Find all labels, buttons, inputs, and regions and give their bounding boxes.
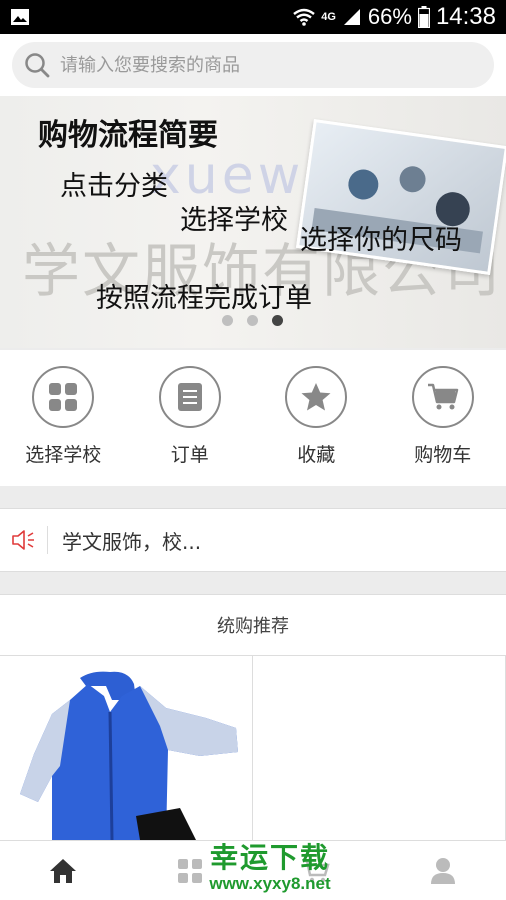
- product-card[interactable]: [0, 656, 253, 840]
- star-icon: [285, 366, 348, 428]
- search-box[interactable]: [12, 42, 494, 88]
- clock: 14:38: [435, 3, 496, 30]
- carousel-dot-active[interactable]: [272, 315, 283, 326]
- tab-home[interactable]: [0, 841, 127, 900]
- nav-label: 购物车: [414, 444, 472, 466]
- banner-step-2: 选择学校: [180, 205, 288, 236]
- grid-icon: [32, 366, 95, 428]
- nav-label: 选择学校: [25, 444, 102, 466]
- quick-nav: 选择学校 订单 收藏 购物车: [0, 350, 506, 486]
- nav-favorites[interactable]: 收藏: [253, 350, 380, 486]
- product-image-jacket: [20, 671, 238, 840]
- carousel-dot[interactable]: [222, 315, 233, 326]
- document-icon: [158, 366, 221, 428]
- watermark-title: 幸运下载: [209, 841, 330, 874]
- home-icon: [50, 858, 77, 883]
- banner-title: 购物流程简要: [38, 118, 218, 153]
- nav-orders[interactable]: 订单: [127, 350, 254, 486]
- cart-icon: [411, 366, 474, 428]
- overlay-watermark: 幸运下载 www.xyxy8.net: [190, 836, 350, 894]
- product-grid: [0, 656, 506, 840]
- battery-percent: 66%: [367, 4, 412, 29]
- recommend-header: 统购推荐: [0, 594, 506, 656]
- user-icon: [430, 857, 455, 884]
- signal-icon: [343, 9, 360, 25]
- banner-carousel[interactable]: 学文服饰有限公司 xuew 购物流程简要 点击分类 选择学校 选择你的尺码 按照…: [0, 96, 506, 348]
- nav-label: 订单: [170, 444, 209, 466]
- network-label: 4G: [321, 11, 336, 23]
- speaker-icon: [0, 526, 48, 554]
- wifi-icon: [293, 8, 315, 26]
- carousel-indicators: [222, 315, 283, 326]
- nav-label: 收藏: [297, 444, 336, 466]
- watermark-url: www.xyxy8.net: [209, 874, 331, 893]
- gallery-notification-icon: [11, 9, 29, 25]
- search-bar: [0, 34, 506, 96]
- banner-step-3: 选择你的尺码: [300, 225, 462, 256]
- banner-step-1: 点击分类: [60, 171, 168, 202]
- carousel-dot[interactable]: [247, 315, 258, 326]
- nav-cart[interactable]: 购物车: [380, 350, 506, 486]
- tab-profile[interactable]: [380, 841, 506, 900]
- notice-bar[interactable]: 学文服饰，校...: [0, 508, 506, 572]
- product-card-empty[interactable]: [253, 656, 506, 840]
- banner-step-4: 按照流程完成订单: [96, 283, 312, 314]
- nav-select-school[interactable]: 选择学校: [0, 350, 127, 486]
- search-input[interactable]: [60, 54, 460, 76]
- battery-icon: [417, 6, 430, 28]
- status-bar: 4G 66% 14:38: [0, 0, 506, 34]
- notice-text: 学文服饰，校...: [62, 529, 202, 554]
- search-icon: [25, 53, 50, 78]
- banner-logo-text: xuew: [150, 146, 305, 206]
